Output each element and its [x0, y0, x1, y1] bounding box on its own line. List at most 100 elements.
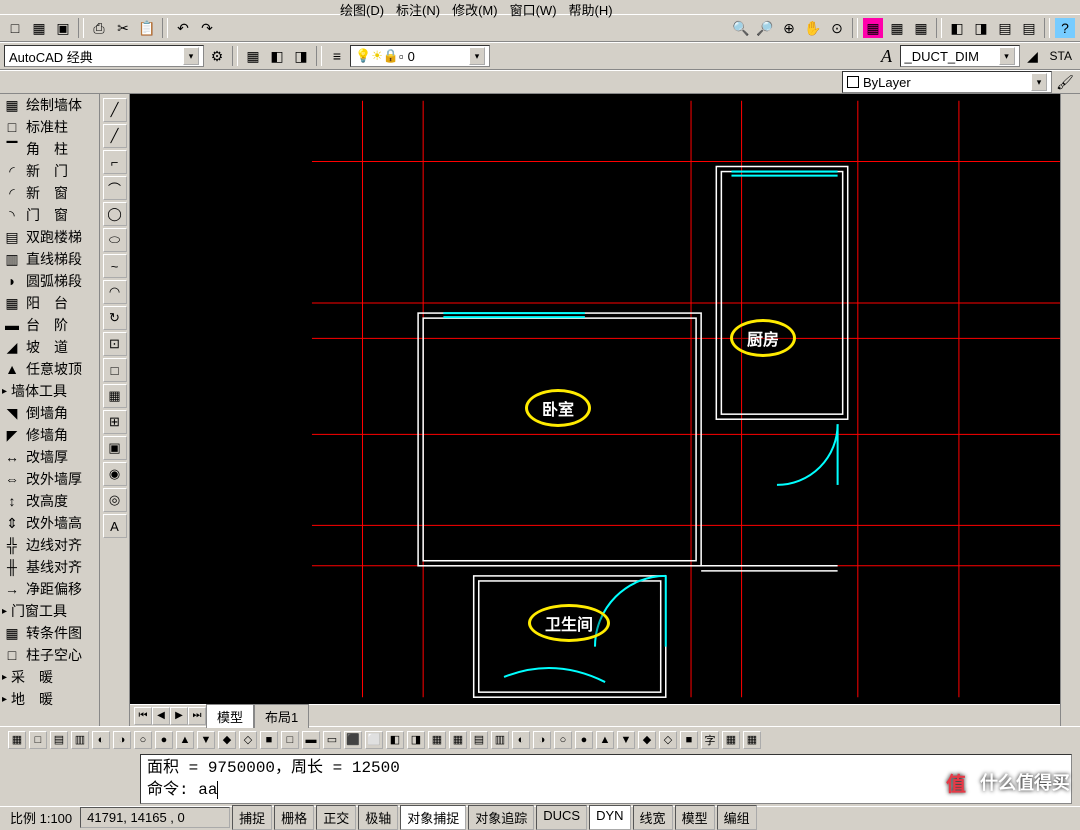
tool-item[interactable]: ◜新 门: [0, 160, 99, 182]
mini-tool-icon[interactable]: ■: [680, 731, 698, 749]
tool-item[interactable]: □标准柱: [0, 116, 99, 138]
tab-prev-icon[interactable]: ◀: [152, 707, 170, 725]
layer-mgr-icon[interactable]: ≡: [326, 45, 348, 67]
mini-tool-icon[interactable]: ▤: [50, 731, 68, 749]
tool-item[interactable]: ╬边线对齐: [0, 534, 99, 556]
status-toggle[interactable]: 对象追踪: [468, 805, 534, 830]
prop4-icon[interactable]: ◧: [946, 17, 968, 39]
mini-tool-icon[interactable]: ⬛: [344, 731, 362, 749]
mini-tool-icon[interactable]: ▼: [197, 731, 215, 749]
mini-tool-icon[interactable]: 字: [701, 731, 719, 749]
status-toggle[interactable]: 模型: [675, 805, 715, 830]
color-dropdown[interactable]: ByLayer ▾: [842, 71, 1052, 93]
open-icon[interactable]: ▦: [28, 17, 50, 39]
status-toggle[interactable]: DUCS: [536, 805, 587, 830]
draw-tool-button[interactable]: □: [103, 358, 127, 382]
mini-tool-icon[interactable]: ◆: [218, 731, 236, 749]
tab-last-icon[interactable]: ⏭: [188, 707, 206, 725]
mini-tool-icon[interactable]: ■: [260, 731, 278, 749]
mini-tool-icon[interactable]: ▦: [743, 731, 761, 749]
draw-tool-button[interactable]: ╱: [103, 98, 127, 122]
tool-item[interactable]: ▥直线梯段: [0, 248, 99, 270]
mini-tool-icon[interactable]: ◐: [92, 731, 110, 749]
tool-item[interactable]: ▔角 柱: [0, 138, 99, 160]
tool-item[interactable]: ↔改墙厚: [0, 446, 99, 468]
mini-tool-icon[interactable]: □: [29, 731, 47, 749]
scrollbar-vertical[interactable]: [1060, 94, 1080, 726]
mini-tool-icon[interactable]: ▥: [71, 731, 89, 749]
mini-tool-icon[interactable]: ◧: [386, 731, 404, 749]
tool-item[interactable]: ▤双跑楼梯: [0, 226, 99, 248]
tool-item[interactable]: ▦阳 台: [0, 292, 99, 314]
match-prop-icon[interactable]: 🖌: [1054, 71, 1076, 93]
section-floor-heating[interactable]: 地 暖: [0, 688, 99, 710]
mini-tool-icon[interactable]: ▤: [470, 731, 488, 749]
draw-tool-button[interactable]: ◯: [103, 202, 127, 226]
tool-item[interactable]: ◤修墙角: [0, 424, 99, 446]
zoom-icon[interactable]: 🔍: [730, 17, 752, 39]
tab-next-icon[interactable]: ▶: [170, 707, 188, 725]
draw-tool-button[interactable]: ⊞: [103, 410, 127, 434]
status-toggle[interactable]: 对象捕捉: [400, 805, 466, 830]
status-toggle[interactable]: 栅格: [274, 805, 314, 830]
textstyle-dropdown[interactable]: _DUCT_DIM ▾: [900, 45, 1020, 67]
draw-tool-button[interactable]: ⊡: [103, 332, 127, 356]
draw-tool-button[interactable]: ~: [103, 254, 127, 278]
tb2-icon3[interactable]: ◨: [290, 45, 312, 67]
mini-tool-icon[interactable]: ▦: [8, 731, 26, 749]
mini-tool-icon[interactable]: ◑: [533, 731, 551, 749]
tool-item[interactable]: ◗圆弧梯段: [0, 270, 99, 292]
tab-model[interactable]: 模型: [206, 704, 254, 728]
mini-tool-icon[interactable]: □: [281, 731, 299, 749]
mini-tool-icon[interactable]: ●: [155, 731, 173, 749]
status-toggle[interactable]: 正交: [316, 805, 356, 830]
orbit-icon[interactable]: ⊙: [826, 17, 848, 39]
status-toggle[interactable]: 编组: [717, 805, 757, 830]
tool-item[interactable]: ◢坡 道: [0, 336, 99, 358]
prop5-icon[interactable]: ◨: [970, 17, 992, 39]
status-toggle[interactable]: 捕捉: [232, 805, 272, 830]
mini-tool-icon[interactable]: ▭: [323, 731, 341, 749]
help-icon[interactable]: ?: [1054, 17, 1076, 39]
prop6-icon[interactable]: ▤: [994, 17, 1016, 39]
draw-tool-button[interactable]: ◠: [103, 280, 127, 304]
tb2-icon2[interactable]: ◧: [266, 45, 288, 67]
mini-tool-icon[interactable]: ○: [554, 731, 572, 749]
cut-icon[interactable]: ✂: [112, 17, 134, 39]
section-wall-tools[interactable]: 墙体工具: [0, 380, 99, 402]
mini-tool-icon[interactable]: ▲: [596, 731, 614, 749]
mini-tool-icon[interactable]: ▦: [722, 731, 740, 749]
mini-tool-icon[interactable]: ◆: [638, 731, 656, 749]
menu-help[interactable]: 帮助(H): [569, 0, 613, 14]
mini-tool-icon[interactable]: ●: [575, 731, 593, 749]
undo-icon[interactable]: ↶: [172, 17, 194, 39]
mini-tool-icon[interactable]: ◑: [113, 731, 131, 749]
menu-modify[interactable]: 修改(M): [452, 0, 498, 14]
tool-item[interactable]: ▦绘制墙体: [0, 94, 99, 116]
section-door-tools[interactable]: 门窗工具: [0, 600, 99, 622]
tool-item[interactable]: ⇕改外墙高: [0, 512, 99, 534]
mini-tool-icon[interactable]: ▼: [617, 731, 635, 749]
command-window[interactable]: 面积 = 9750000，周长 = 12500 命令: aa: [140, 754, 1072, 804]
save-icon[interactable]: ▣: [52, 17, 74, 39]
tool-item[interactable]: □柱子空心: [0, 644, 99, 666]
tool-item[interactable]: ⇔改外墙厚: [0, 468, 99, 490]
new-icon[interactable]: □: [4, 17, 26, 39]
tool-item[interactable]: ▲任意坡顶: [0, 358, 99, 380]
redo-icon[interactable]: ↷: [196, 17, 218, 39]
section-heating[interactable]: 采 暖: [0, 666, 99, 688]
pan-icon[interactable]: ✋: [802, 17, 824, 39]
mini-tool-icon[interactable]: ▥: [491, 731, 509, 749]
prop7-icon[interactable]: ▤: [1018, 17, 1040, 39]
status-toggle[interactable]: 极轴: [358, 805, 398, 830]
tool-item[interactable]: ↕改高度: [0, 490, 99, 512]
mini-tool-icon[interactable]: ◇: [239, 731, 257, 749]
tool-item[interactable]: ◝门 窗: [0, 204, 99, 226]
draw-tool-button[interactable]: ◉: [103, 462, 127, 486]
tab-layout1[interactable]: 布局1: [254, 704, 309, 728]
workspace-dropdown[interactable]: AutoCAD 经典 ▾: [4, 45, 204, 67]
menu-dim[interactable]: 标注(N): [396, 0, 440, 14]
prop3-icon[interactable]: ▦: [910, 17, 932, 39]
mini-tool-icon[interactable]: ◨: [407, 731, 425, 749]
draw-tool-button[interactable]: ╱: [103, 124, 127, 148]
